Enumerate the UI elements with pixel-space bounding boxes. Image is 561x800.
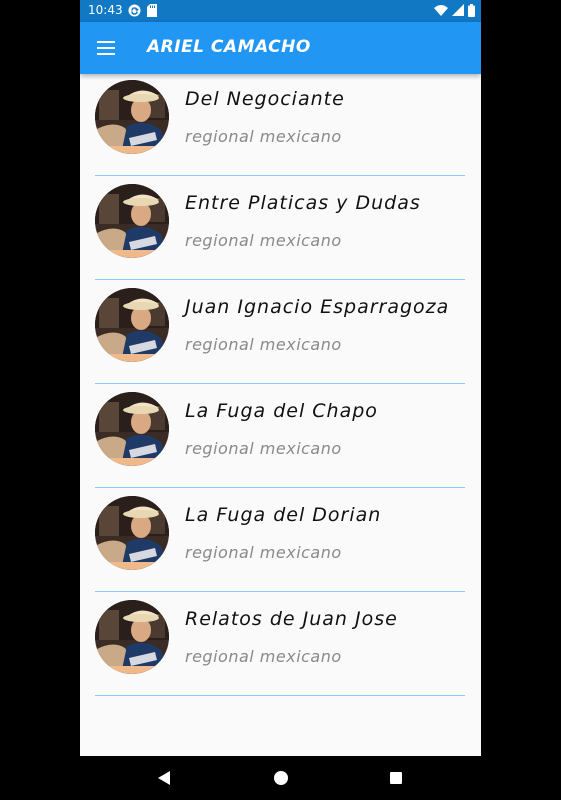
song-list-item[interactable]: Del Negociante regional mexicano xyxy=(95,74,465,176)
song-title: Del Negociante xyxy=(185,88,345,110)
song-list-item[interactable]: La Fuga del Chapo regional mexicano xyxy=(95,384,465,488)
song-genre: regional mexicano xyxy=(185,439,342,458)
app-title: ARIEL CAMACHO xyxy=(147,37,311,57)
recents-icon[interactable] xyxy=(386,768,406,788)
hamburger-menu-icon[interactable] xyxy=(97,41,115,55)
battery-icon xyxy=(468,4,475,17)
song-list-item[interactable]: La Fuga del Dorian regional mexicano xyxy=(95,488,465,592)
status-right-icons xyxy=(434,4,475,17)
song-list-item[interactable]: Entre Platicas y Dudas regional mexicano xyxy=(95,176,465,280)
song-genre: regional mexicano xyxy=(185,127,342,146)
song-genre: regional mexicano xyxy=(185,231,342,250)
status-time: 10:43 xyxy=(88,3,123,17)
status-bar: 10:43 xyxy=(80,0,481,22)
song-list-item[interactable]: Relatos de Juan Jose regional mexicano xyxy=(95,592,465,696)
sync-icon xyxy=(128,4,141,17)
artist-avatar-image xyxy=(95,496,169,570)
sd-card-icon xyxy=(147,4,157,17)
artist-avatar-image xyxy=(95,392,169,466)
song-genre: regional mexicano xyxy=(185,543,342,562)
song-title: La Fuga del Chapo xyxy=(185,400,378,422)
song-title: Relatos de Juan Jose xyxy=(185,608,398,630)
artist-avatar-image xyxy=(95,184,169,258)
artist-avatar-image xyxy=(95,600,169,674)
artist-avatar-image xyxy=(95,288,169,362)
home-icon[interactable] xyxy=(271,768,291,788)
song-title: Entre Platicas y Dudas xyxy=(185,192,421,214)
wifi-icon xyxy=(434,5,448,16)
song-genre: regional mexicano xyxy=(185,335,342,354)
phone-screen: 10:43 ARIEL CAMACHO Del Negociante regio… xyxy=(80,0,481,800)
song-genre: regional mexicano xyxy=(185,647,342,666)
song-title: Juan Ignacio Esparragoza xyxy=(185,296,450,318)
signal-icon xyxy=(452,4,464,16)
artist-avatar-image xyxy=(95,80,169,154)
song-list: Del Negociante regional mexicano Entre P… xyxy=(80,74,481,756)
back-icon[interactable] xyxy=(155,768,175,788)
song-title: La Fuga del Dorian xyxy=(185,504,382,526)
app-bar: ARIEL CAMACHO xyxy=(80,22,481,74)
navigation-bar xyxy=(80,756,481,800)
song-list-item[interactable]: Juan Ignacio Esparragoza regional mexica… xyxy=(95,280,465,384)
status-left-icons xyxy=(128,4,157,17)
